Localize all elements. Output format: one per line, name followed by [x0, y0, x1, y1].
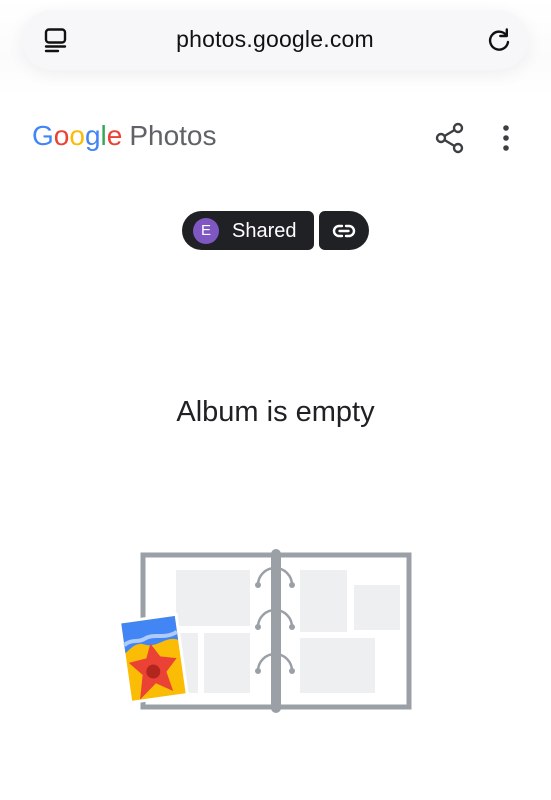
browser-toolbar: photos.google.com [0, 0, 551, 96]
copy-link-button[interactable] [319, 211, 369, 250]
logo-letter: e [106, 120, 123, 151]
google-wordmark: Google [32, 120, 122, 151]
logo-letter: o [69, 120, 85, 151]
shared-label: Shared [232, 220, 297, 242]
link-icon [332, 224, 356, 238]
app-header: Google Photos [0, 110, 551, 166]
avatar: E [193, 218, 219, 244]
page: photos.google.com GooglePhotos E Shared [0, 0, 551, 800]
logo-letter: g [84, 120, 101, 151]
photo-album-illustration [118, 549, 412, 713]
product-name: Photos [129, 120, 217, 151]
share-icon[interactable] [434, 122, 466, 154]
more-vert-icon[interactable] [494, 122, 518, 154]
url-text[interactable]: photos.google.com [22, 26, 528, 53]
reload-icon[interactable] [484, 25, 514, 55]
google-photos-logo[interactable]: Google Photos [32, 119, 217, 153]
logo-letter: G [32, 120, 54, 151]
empty-album-message: Album is empty [176, 396, 375, 428]
address-bar[interactable]: photos.google.com [22, 10, 528, 70]
shared-button[interactable]: E Shared [182, 211, 314, 250]
logo-letter: o [53, 120, 70, 151]
